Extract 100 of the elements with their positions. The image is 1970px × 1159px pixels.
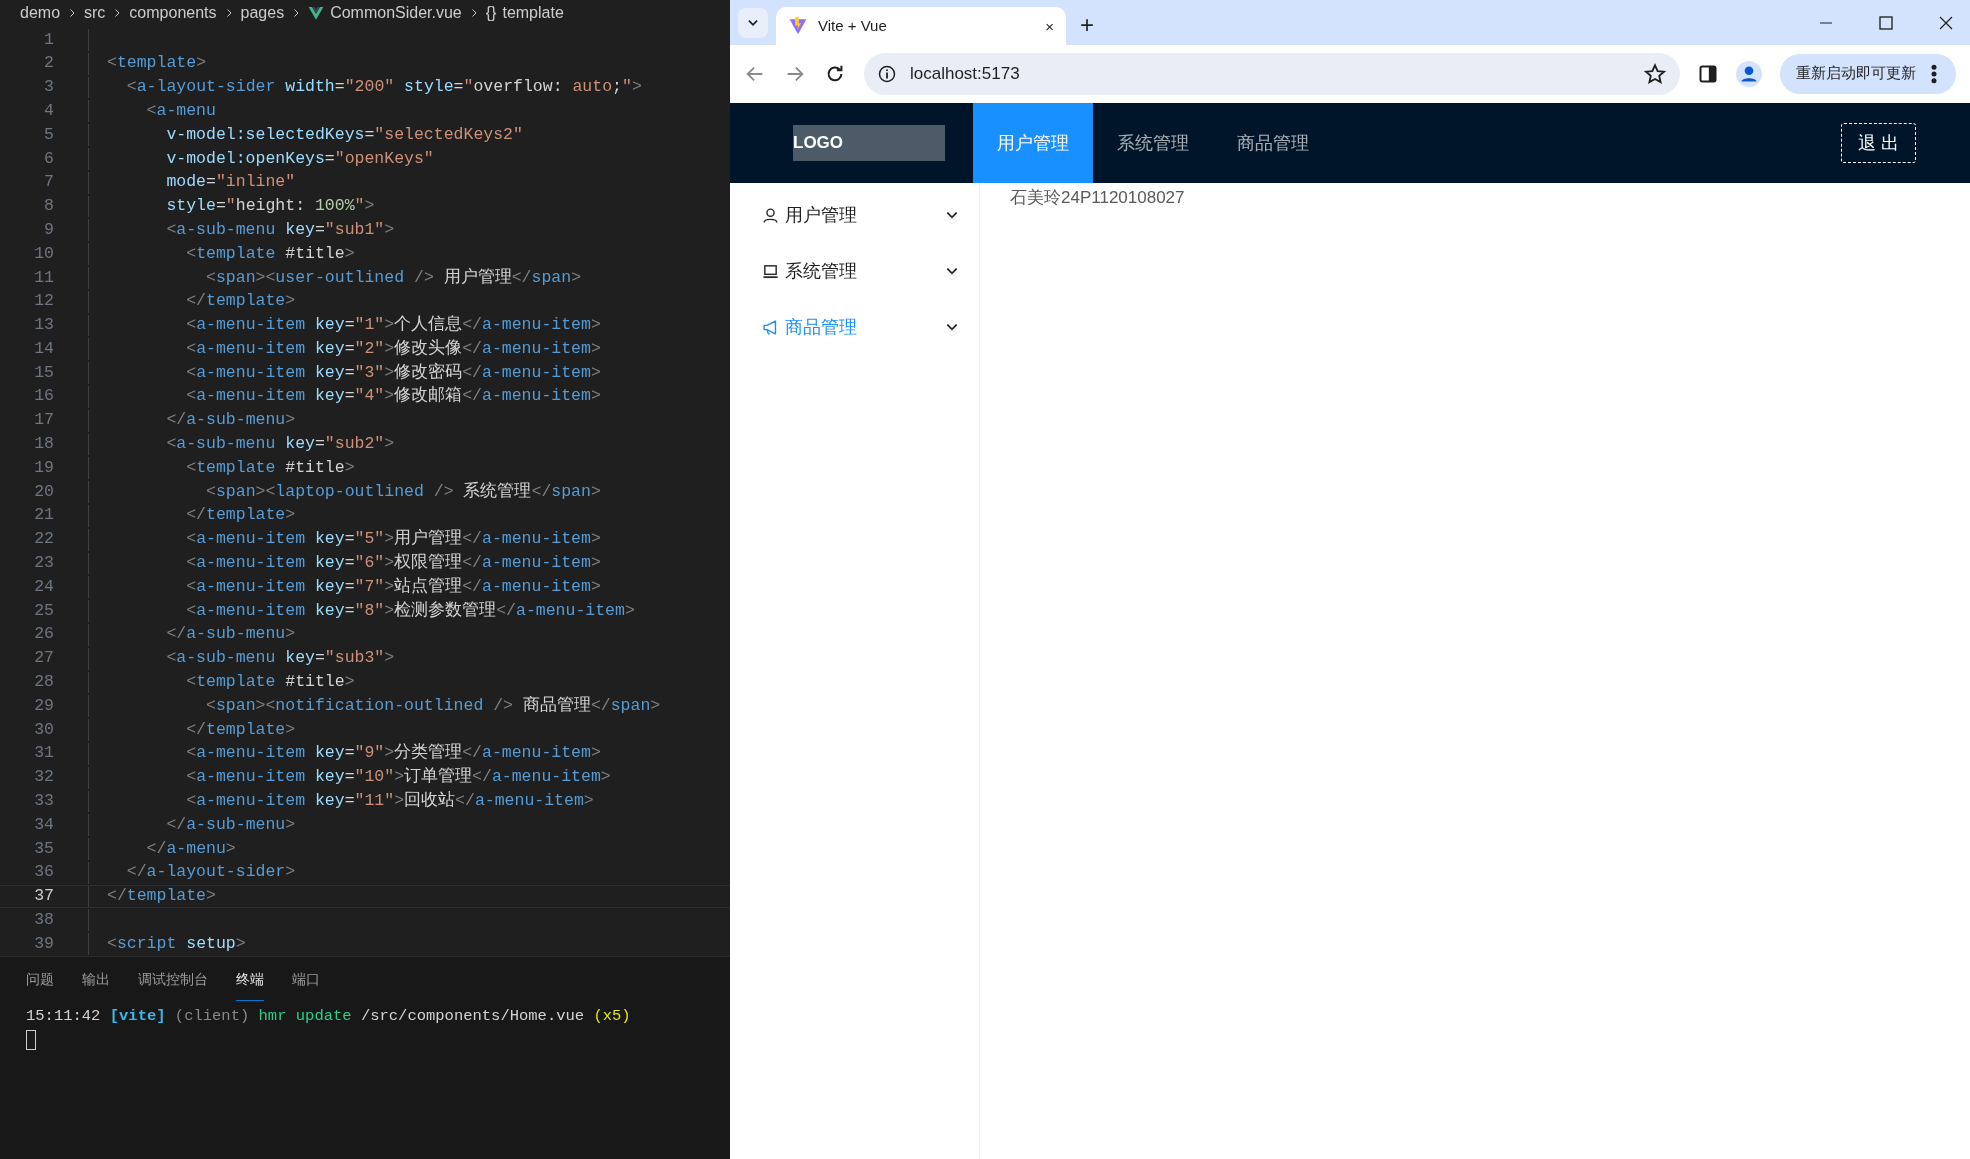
line-number: 3: [43, 76, 54, 99]
code-line: <a-menu-item key="7">站点管理</a-menu-item>: [185, 575, 601, 598]
breadcrumb-item[interactable]: CommonSider.vue: [330, 1, 462, 25]
breadcrumb-item[interactable]: demo: [20, 1, 61, 25]
code-line: <a-menu-item key="3">修改密码</a-menu-item>: [185, 361, 601, 384]
line-number: 25: [33, 599, 54, 622]
code-line: <a-layout-sider width="200" style="overflow: auto;">: [125, 76, 642, 99]
code-line: <template #title>: [185, 671, 355, 694]
code-line: mode="inline": [165, 171, 296, 194]
line-number: 24: [33, 575, 54, 598]
code-line: <span><notification-outlined /> 商品管理</span>: [205, 694, 661, 717]
line-number: 20: [33, 480, 54, 503]
code-line: </a-menu>: [145, 837, 236, 860]
panel-tab[interactable]: 终端: [236, 967, 264, 1002]
line-number: 22: [33, 528, 54, 551]
line-number: 38: [33, 909, 54, 931]
code-line: <script setup>: [107, 932, 246, 955]
line-number: 17: [33, 409, 54, 432]
line-number: 30: [33, 718, 54, 741]
code-line: <a-menu-item key="11">回收站</a-menu-item>: [185, 790, 594, 813]
code-line: <a-menu-item key="9">分类管理</a-menu-item>: [185, 742, 601, 765]
line-number: 37: [33, 885, 54, 908]
code-line: <a-menu-item key="1">个人信息</a-menu-item>: [185, 314, 601, 337]
line-number: 16: [33, 385, 54, 408]
code-line: </a-layout-sider>: [125, 861, 296, 884]
terminal-output: 15:11:42 [vite] (client) hmr update /src/components/Home.vue (x5): [26, 1006, 632, 1028]
sider-menu-item[interactable]: 系统管理: [730, 247, 979, 295]
line-number: 7: [43, 171, 54, 194]
line-number: 9: [43, 218, 54, 241]
code-line: </template>: [185, 504, 296, 527]
code-line: <a-menu-item key="6">权限管理</a-menu-item>: [185, 552, 601, 575]
line-number: 2: [43, 52, 54, 75]
tab-close-button[interactable]: ×: [1045, 18, 1054, 34]
sider-menu-item[interactable]: 用户管理: [730, 191, 979, 239]
code-line: v-model:selectedKeys="selectedKeys2": [165, 123, 523, 146]
line-number: 19: [33, 456, 54, 479]
line-number: 31: [33, 742, 54, 765]
nav-menu-item[interactable]: 系统管理: [1093, 103, 1213, 183]
breadcrumb-item[interactable]: pages: [240, 1, 285, 25]
line-number: 32: [33, 766, 54, 789]
line-number: 5: [43, 123, 54, 146]
line-number: 1: [43, 28, 54, 51]
code-line: <a-menu-item key="4">修改邮箱</a-menu-item>: [185, 385, 601, 408]
code-line: </a-sub-menu>: [165, 409, 296, 432]
code-line: </a-sub-menu>: [165, 813, 296, 836]
line-number: 15: [33, 361, 54, 384]
url-text: localhost:5173: [910, 63, 1021, 86]
code-line: style="height: 100%">: [165, 195, 375, 218]
line-number: 35: [33, 837, 54, 860]
line-number: 33: [33, 790, 54, 813]
update-button[interactable]: 重新启动即可更新: [1780, 54, 1956, 94]
code-line: <a-menu-item key="8">检测参数管理</a-menu-item>: [185, 599, 635, 622]
line-number: 27: [33, 647, 54, 670]
breadcrumb-item[interactable]: template: [502, 1, 564, 25]
line-number: 12: [33, 290, 54, 313]
line-number: 4: [43, 99, 54, 122]
code-line: <template>: [107, 52, 207, 75]
line-number: 39: [33, 932, 54, 955]
code-line: <span><user-outlined /> 用户管理</span>: [205, 266, 582, 289]
line-number: 36: [33, 861, 54, 884]
address-bar[interactable]: localhost:5173: [864, 53, 1680, 95]
code-line: <a-sub-menu key="sub1">: [165, 218, 395, 241]
breadcrumb-item[interactable]: components: [129, 1, 217, 25]
code-line: </template>: [107, 885, 216, 908]
line-number: 11: [33, 266, 54, 289]
code-line: v-model:openKeys="openKeys": [165, 147, 434, 170]
line-number: 10: [33, 242, 54, 265]
code-line: <a-menu-item key="2">修改头像</a-menu-item>: [185, 337, 601, 360]
line-number: 34: [33, 813, 54, 836]
code-line: <a-menu: [145, 99, 216, 122]
line-number: 26: [33, 623, 54, 646]
code-line: <span><laptop-outlined /> 系统管理</span>: [205, 480, 601, 503]
line-number: 29: [33, 694, 54, 717]
code-line: </template>: [185, 290, 296, 313]
line-number: 28: [33, 671, 54, 694]
code-line: <template #title>: [185, 242, 355, 265]
code-line: <a-menu-item key="10">订单管理</a-menu-item>: [185, 766, 611, 789]
line-number: 18: [33, 433, 54, 456]
tab-title: Vite + Vue: [818, 15, 888, 36]
panel-tab[interactable]: 输出: [82, 967, 110, 1002]
new-tab-button[interactable]: +: [1080, 13, 1094, 37]
line-number: 21: [33, 504, 54, 527]
breadcrumb-item[interactable]: src: [84, 1, 106, 25]
line-number: 6: [43, 147, 54, 170]
panel-tab[interactable]: 调试控制台: [138, 967, 208, 1002]
code-line: <a-sub-menu key="sub2">: [165, 433, 395, 456]
logout-button[interactable]: 退 出: [1841, 123, 1916, 163]
line-number: 23: [33, 552, 54, 575]
code-line: </a-sub-menu>: [165, 623, 296, 646]
code-line: <a-sub-menu key="sub3">: [165, 647, 395, 670]
panel-tab[interactable]: 问题: [26, 967, 54, 1002]
code-line: </template>: [185, 718, 296, 741]
nav-menu-item[interactable]: 商品管理: [1213, 103, 1333, 183]
browser-tab[interactable]: Vite + Vue ×: [776, 7, 1066, 45]
line-number: 8: [43, 195, 54, 218]
panel-tab[interactable]: 端口: [292, 967, 320, 1002]
line-number: 14: [33, 337, 54, 360]
braces-icon: {}: [485, 1, 497, 25]
code-line: <template #title>: [185, 456, 355, 479]
content-text: 石美玲24P1120108027: [1009, 187, 1186, 209]
